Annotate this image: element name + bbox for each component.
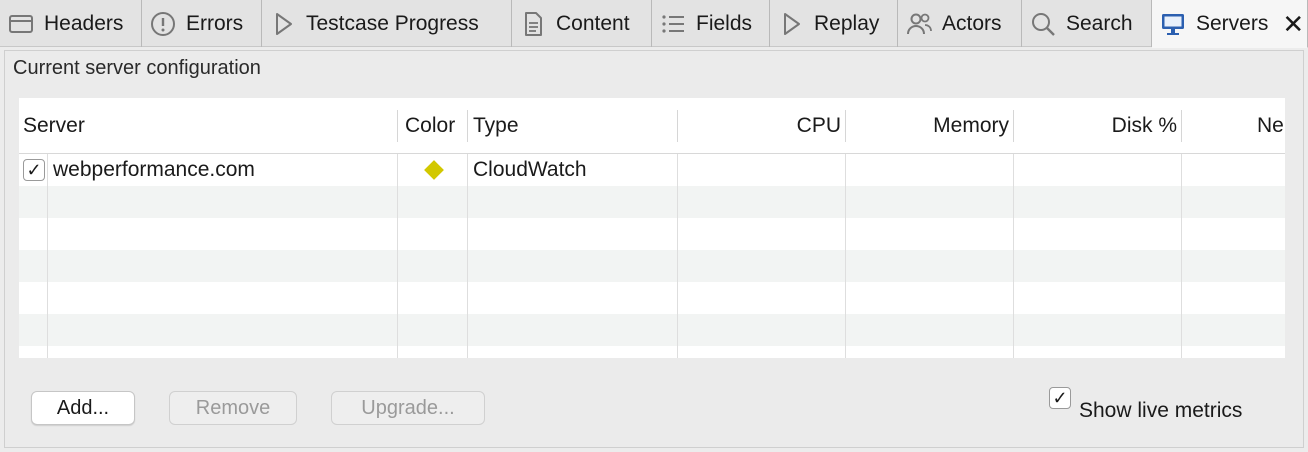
server-configuration-panel: Current server configuration Server Colo… — [4, 50, 1304, 448]
show-live-metrics[interactable]: ✓ Show live metrics — [1049, 385, 1242, 423]
tab-actors[interactable]: Actors — [898, 0, 1022, 47]
column-gridline — [467, 154, 468, 358]
table-row-empty — [19, 218, 1285, 250]
column-header-cpu[interactable]: CPU — [681, 98, 841, 154]
tab-label: Errors — [186, 11, 244, 35]
tab-label: Search — [1066, 11, 1133, 35]
tab-search[interactable]: Search — [1022, 0, 1152, 47]
tab-label: Content — [556, 11, 630, 35]
tab-servers[interactable]: Servers ✕ — [1152, 0, 1308, 48]
tab-label: Testcase Progress — [306, 11, 479, 35]
list-icon — [658, 9, 688, 39]
column-header-server[interactable]: Server — [23, 98, 393, 154]
play-icon — [776, 9, 806, 39]
panel-title: Current server configuration — [13, 57, 261, 79]
table-row-empty — [19, 250, 1285, 282]
errors-icon — [148, 9, 178, 39]
tab-bar: Headers Errors Testcase Progress Content… — [0, 0, 1308, 48]
tab-replay[interactable]: Replay — [770, 0, 898, 47]
search-icon — [1028, 9, 1058, 39]
column-divider[interactable] — [845, 110, 846, 142]
column-divider[interactable] — [467, 110, 468, 142]
column-header-disk[interactable]: Disk % — [1017, 98, 1177, 154]
tab-testcase-progress[interactable]: Testcase Progress — [262, 0, 512, 47]
tab-fields[interactable]: Fields — [652, 0, 770, 47]
remove-button[interactable]: Remove — [169, 391, 297, 425]
show-live-metrics-label: Show live metrics — [1079, 399, 1243, 422]
column-header-network[interactable]: Ne — [1257, 98, 1285, 154]
column-header-color[interactable]: Color — [405, 98, 467, 154]
tab-label: Headers — [44, 11, 124, 35]
column-divider[interactable] — [1181, 110, 1182, 142]
upgrade-button[interactable]: Upgrade... — [331, 391, 485, 425]
column-header-memory[interactable]: Memory — [849, 98, 1009, 154]
tab-label: Servers — [1196, 11, 1269, 35]
tab-errors[interactable]: Errors — [142, 0, 262, 47]
column-divider[interactable] — [677, 110, 678, 142]
tab-headers[interactable]: Headers — [0, 0, 142, 47]
close-icon[interactable]: ✕ — [1282, 11, 1304, 37]
show-live-metrics-checkbox[interactable]: ✓ — [1049, 387, 1071, 409]
table-header: Server Color Type CPU Memory Disk % Ne — [19, 98, 1285, 154]
column-header-type[interactable]: Type — [473, 98, 673, 154]
play-icon — [268, 9, 298, 39]
tab-label: Replay — [814, 11, 880, 35]
server-color-swatch[interactable] — [424, 160, 444, 180]
headers-icon — [6, 9, 36, 39]
table-row-empty — [19, 314, 1285, 346]
column-gridline — [47, 154, 48, 358]
tab-label: Fields — [696, 11, 753, 35]
tab-label: Actors — [942, 11, 1002, 35]
column-gridline — [845, 154, 846, 358]
tab-content[interactable]: Content — [512, 0, 652, 47]
column-gridline — [677, 154, 678, 358]
table-row[interactable]: ✓ webperformance.com CloudWatch — [19, 154, 1285, 186]
server-type: CloudWatch — [473, 158, 587, 181]
add-button[interactable]: Add... — [31, 391, 135, 425]
column-gridline — [1013, 154, 1014, 358]
table-row-empty — [19, 346, 1285, 358]
column-divider[interactable] — [397, 110, 398, 142]
column-gridline — [397, 154, 398, 358]
column-divider[interactable] — [1013, 110, 1014, 142]
monitor-icon — [1158, 9, 1188, 39]
table-row-empty — [19, 282, 1285, 314]
server-enabled-checkbox[interactable]: ✓ — [23, 159, 45, 181]
server-table: Server Color Type CPU Memory Disk % Ne ✓… — [19, 98, 1285, 358]
document-icon — [518, 9, 548, 39]
column-gridline — [1181, 154, 1182, 358]
table-row-empty — [19, 186, 1285, 218]
server-name: webperformance.com — [53, 158, 255, 181]
users-icon — [904, 9, 934, 39]
